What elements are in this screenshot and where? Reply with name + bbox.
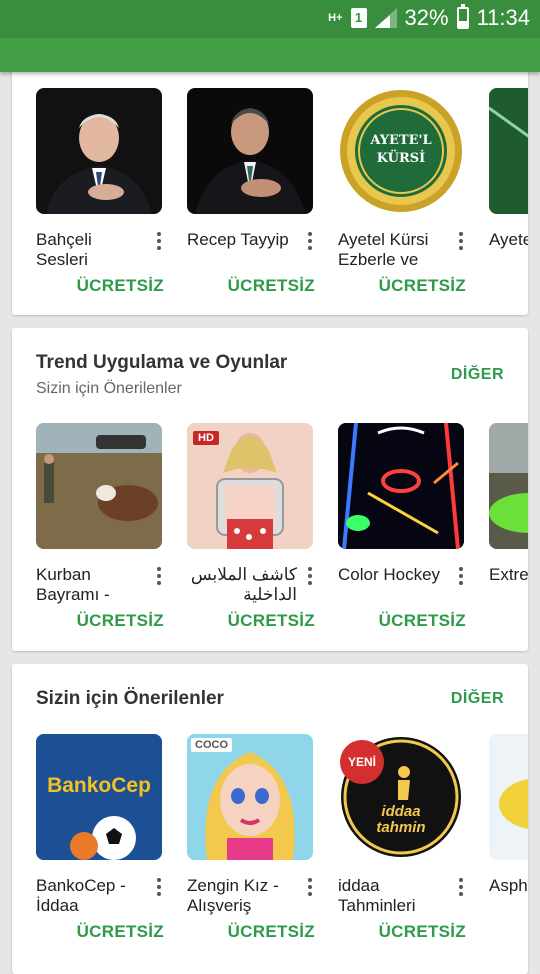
- section-card-1: Bahçeli Sesleri ÜCRETSİZ Recep Tayyip ÜC…: [12, 60, 528, 315]
- app-name: BankoCep - İddaa: [36, 876, 126, 915]
- app-tile[interactable]: Extre Simu: [489, 423, 528, 584]
- hd-badge: HD: [193, 431, 219, 445]
- app-icon-zengin-kiz: COCO: [187, 734, 313, 860]
- overflow-menu-icon[interactable]: [305, 565, 315, 587]
- app-price: ÜCRETSİZ: [227, 611, 315, 630]
- overflow-menu-icon[interactable]: [305, 876, 315, 898]
- overflow-menu-icon[interactable]: [456, 876, 466, 898]
- app-tile[interactable]: COCO Zengin Kız - Alışveriş ÜCRETSİZ: [187, 734, 315, 941]
- iddaa-logo-text: iddaa tahmin: [376, 803, 426, 836]
- app-tile[interactable]: Recep Tayyip ÜCRETSİZ: [187, 88, 315, 295]
- app-name: Ayete: [489, 230, 528, 249]
- clock: 11:34: [476, 5, 530, 30]
- app-price: ÜCRETSİZ: [378, 922, 466, 941]
- status-bar: H+ 1 32% 11:34: [0, 0, 540, 38]
- apps-row: BankoCep BankoCep - İddaa ÜCRETSİZ COCO …: [36, 734, 528, 964]
- section-title: Trend Uygulama ve Oyunlar: [36, 352, 288, 373]
- app-name: Extre Simu: [489, 565, 528, 584]
- app-name: كاشف الملابس الداخلية: [190, 565, 297, 604]
- section-card-3: Sizin için Önerilenler DİĞER BankoCep Ba…: [12, 664, 528, 974]
- overflow-menu-icon[interactable]: [154, 876, 164, 898]
- app-name: Asph Nitro: [489, 876, 528, 895]
- section-title: Sizin için Önerilenler: [36, 688, 224, 709]
- ayetel-icon-text: AYETE'L KÜRSİ: [370, 133, 432, 166]
- app-price: ÜCRETSİZ: [76, 611, 164, 630]
- app-name: Recep Tayyip: [187, 230, 289, 249]
- app-tile[interactable]: Asph Nitro: [489, 734, 528, 895]
- app-toolbar: [0, 38, 540, 72]
- network-type-icon: H+: [328, 12, 343, 24]
- section-card-2: Trend Uygulama ve Oyunlar Sizin için Öne…: [12, 328, 528, 651]
- app-name: Bahçeli Sesleri: [36, 230, 92, 269]
- section-header: Sizin için Önerilenler: [36, 688, 224, 710]
- app-price: ÜCRETSİZ: [227, 922, 315, 941]
- new-badge: YENİ: [340, 740, 384, 784]
- sim-icon: 1: [350, 8, 367, 28]
- app-tile[interactable]: Bahçeli Sesleri ÜCRETSİZ: [36, 88, 164, 295]
- app-name: iddaa Tahminleri: [338, 876, 416, 915]
- app-price: ÜCRETSİZ: [378, 611, 466, 630]
- app-name: Color Hockey: [338, 565, 441, 584]
- overflow-menu-icon[interactable]: [456, 565, 466, 587]
- more-button[interactable]: DİĞER: [451, 366, 504, 384]
- app-name: Ayetel Kürsi Ezberle ve: [338, 230, 429, 269]
- app-price: ÜCRETSİZ: [76, 922, 164, 941]
- overflow-menu-icon[interactable]: [154, 230, 164, 252]
- battery-icon: [456, 4, 469, 29]
- app-tile[interactable]: Kurban Bayramı - ÜCRETSİZ: [36, 423, 164, 630]
- battery-percent: 32%: [404, 5, 449, 30]
- app-icon-color-hockey: [338, 423, 464, 549]
- app-icon-ayetel-kursi: AYETE'L KÜRSİ: [338, 88, 464, 214]
- section-subtitle: Sizin için Önerilenler: [36, 380, 182, 397]
- app-tile[interactable]: AYETE'L KÜRSİ Ayetel Kürsi Ezberle ve ÜC…: [338, 88, 466, 295]
- apps-row: Bahçeli Sesleri ÜCRETSİZ Recep Tayyip ÜC…: [36, 88, 528, 315]
- app-icon-bankocep: BankoCep: [36, 734, 162, 860]
- app-icon-kurban: [36, 423, 162, 549]
- overflow-menu-icon[interactable]: [456, 230, 466, 252]
- app-name: Zengin Kız - Alışveriş: [187, 876, 279, 915]
- section-header: Trend Uygulama ve Oyunlar Sizin için Öne…: [36, 352, 287, 398]
- app-tile[interactable]: Color Hockey ÜCRETSİZ: [338, 423, 466, 630]
- app-tile[interactable]: HD كاشف الملابس الداخلية ÜCRETSİZ: [187, 423, 315, 630]
- overflow-menu-icon[interactable]: [305, 230, 315, 252]
- app-icon-bahceli: [36, 88, 162, 214]
- signal-icon: [374, 8, 397, 28]
- bankocep-logo-text: BankoCep: [47, 774, 151, 797]
- app-icon-iddaa-tahmin: iddaa tahmin YENİ: [338, 734, 464, 860]
- app-icon-kasif: HD: [187, 423, 313, 549]
- app-price: ÜCRETSİZ: [227, 276, 315, 295]
- app-icon-ayete: [489, 88, 528, 214]
- more-button[interactable]: DİĞER: [451, 690, 504, 708]
- app-icon-recep: [187, 88, 313, 214]
- app-icon-asphalt-nitro: [489, 734, 528, 860]
- app-icon-extreme: [489, 423, 528, 549]
- overflow-menu-icon[interactable]: [154, 565, 164, 587]
- app-tile[interactable]: Ayete: [489, 88, 528, 249]
- app-price: ÜCRETSİZ: [76, 276, 164, 295]
- app-price: ÜCRETSİZ: [378, 276, 466, 295]
- app-tile[interactable]: BankoCep BankoCep - İddaa ÜCRETSİZ: [36, 734, 164, 941]
- coco-badge: COCO: [191, 738, 232, 752]
- app-tile[interactable]: iddaa tahmin YENİ iddaa Tahminleri ÜCRET…: [338, 734, 466, 941]
- apps-row: Kurban Bayramı - ÜCRETSİZ HD كاشف الملاب…: [36, 423, 528, 651]
- app-name: Kurban Bayramı -: [36, 565, 110, 604]
